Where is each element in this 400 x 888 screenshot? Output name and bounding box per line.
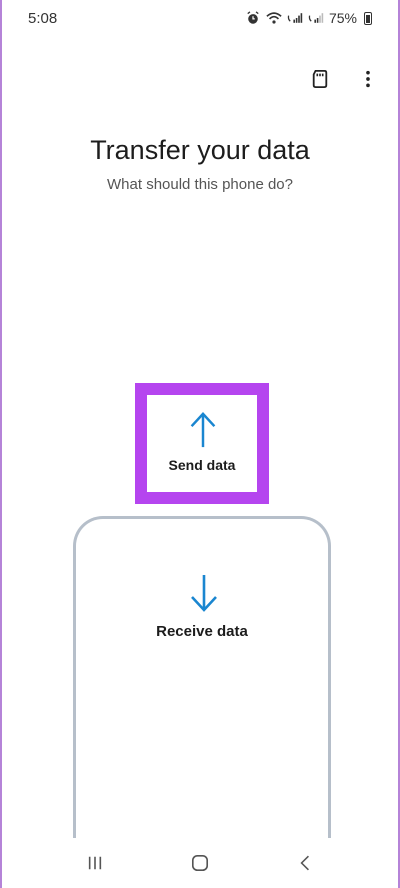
battery-icon (364, 11, 372, 25)
top-actions (308, 66, 380, 92)
home-icon[interactable] (185, 848, 215, 878)
receive-data-label: Receive data (156, 623, 248, 640)
status-bar: 5:08 75% (2, 0, 398, 36)
status-time: 5:08 (28, 9, 58, 27)
wifi-icon (266, 12, 282, 24)
page-title: Transfer your data (90, 135, 310, 165)
back-icon[interactable] (290, 848, 320, 878)
arrow-down-icon (191, 575, 217, 612)
alarm-icon (247, 11, 259, 24)
send-data-button[interactable]: Send data (135, 383, 269, 504)
navigation-bar (2, 838, 398, 888)
page-subtitle: What should this phone do? (107, 176, 293, 193)
receive-data-button[interactable]: Receive data (73, 516, 331, 876)
sd-card-icon[interactable] (308, 66, 332, 92)
recents-icon[interactable] (80, 848, 110, 878)
battery-percent: 75% (328, 10, 357, 26)
send-data-label: Send data (168, 457, 236, 473)
arrow-up-icon (190, 412, 216, 448)
volte-signal-icon (308, 13, 324, 23)
screen: 5:08 75% Transfer your data What should … (0, 0, 400, 888)
status-icons: 75% (245, 10, 372, 26)
volte-signal-icon (287, 13, 303, 23)
more-options-icon[interactable] (356, 66, 380, 92)
